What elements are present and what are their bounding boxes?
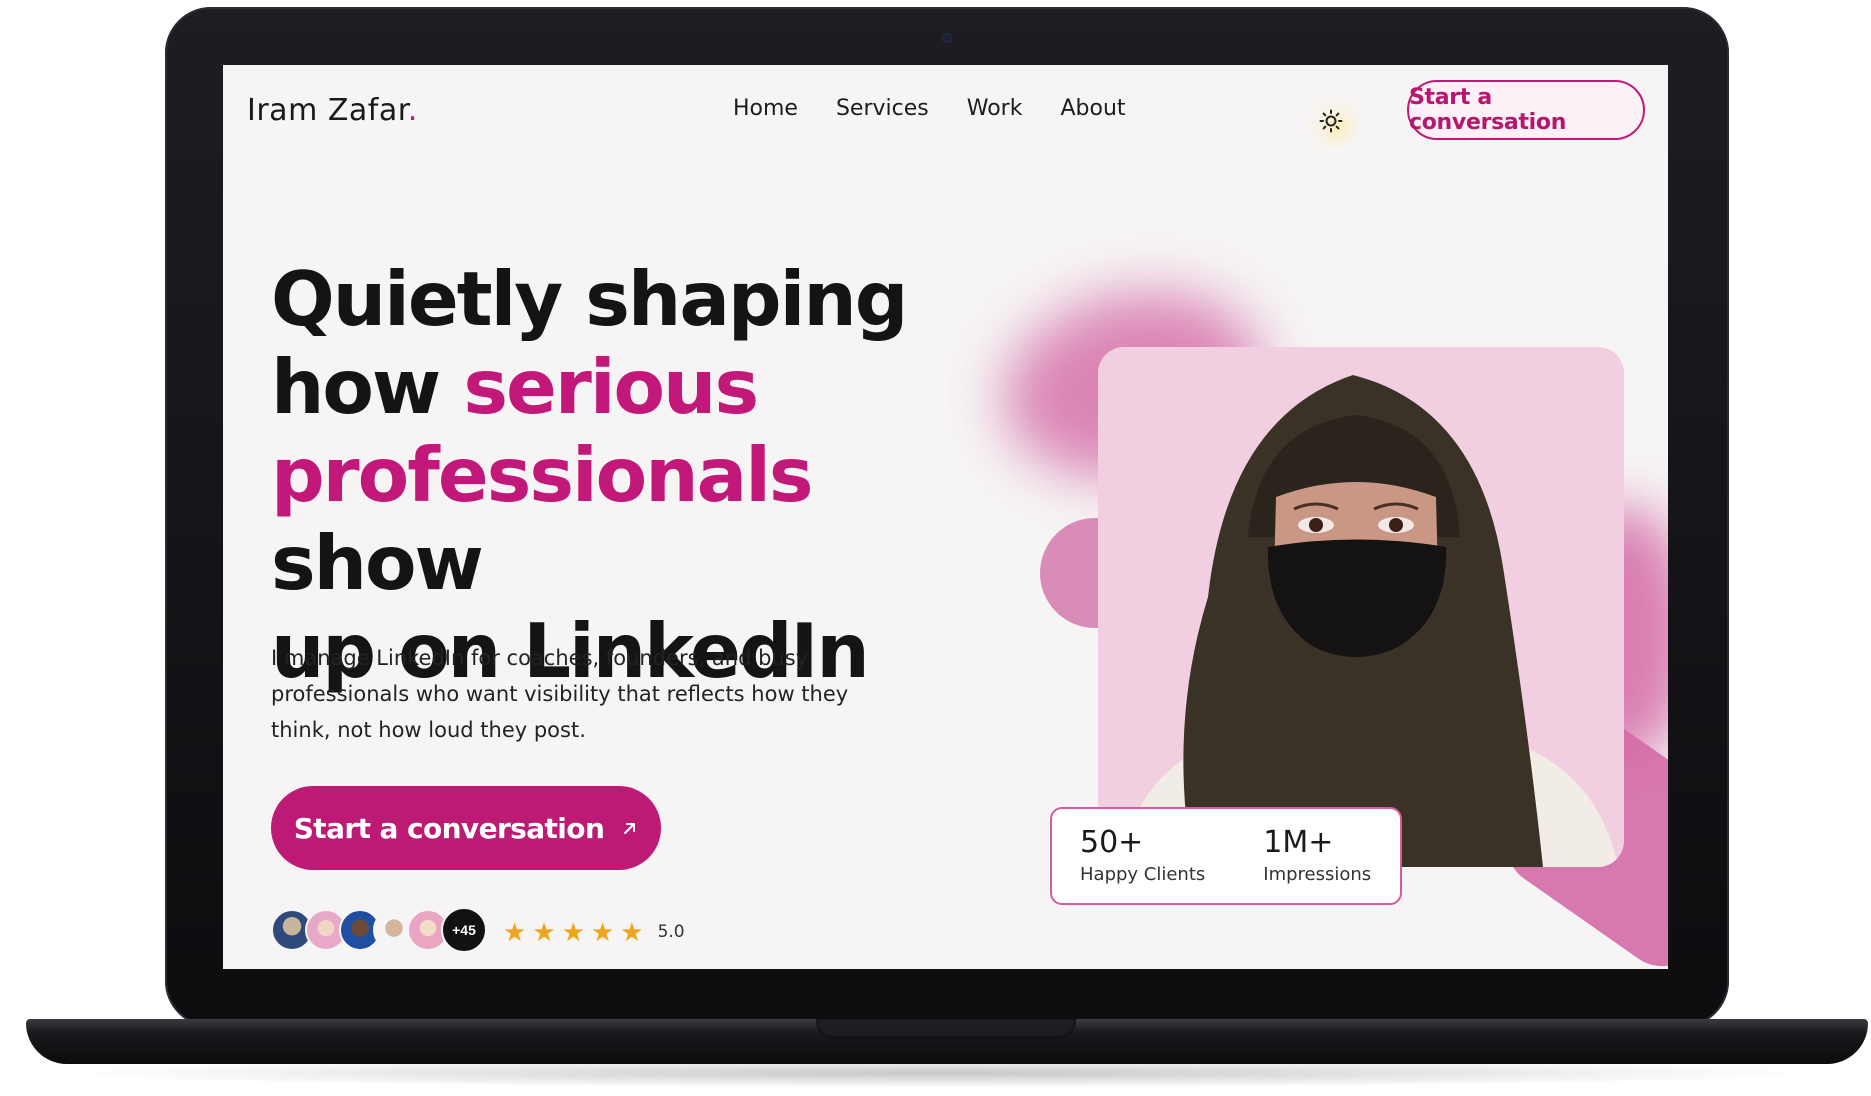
star-icon: ★	[532, 917, 556, 947]
rating-value: 5.0	[657, 922, 685, 942]
nav-home[interactable]: Home	[733, 96, 798, 121]
nav-services[interactable]: Services	[836, 96, 929, 121]
laptop-mockup: Iram Zafar. Home Services Work About Sta…	[0, 0, 1871, 1096]
hero-title-line1: Quietly shaping	[271, 255, 908, 343]
logo-dot: .	[407, 93, 418, 128]
portrait-illustration	[1118, 375, 1618, 867]
client-avatars: +45	[271, 907, 487, 953]
star-icon: ★	[503, 917, 527, 947]
arrow-up-right-icon	[624, 823, 636, 834]
hero-cta-label: Start a conversation	[293, 811, 605, 845]
stat-impressions: 1M+ Impressions	[1263, 825, 1371, 887]
sun-icon	[1319, 109, 1343, 133]
stat-label: Impressions	[1263, 864, 1372, 885]
laptop-notch	[816, 1019, 1076, 1039]
stat-value: 50+	[1080, 825, 1144, 860]
stats-card: 50+ Happy Clients 1M+ Impressions	[1050, 807, 1402, 905]
hero-title-how: how	[271, 343, 464, 431]
hero-title-accent-professionals: professionals	[271, 431, 814, 519]
star-icon: ★	[561, 917, 585, 947]
stat-label: Happy Clients	[1080, 864, 1206, 885]
hero-title-accent-serious: serious	[463, 343, 759, 431]
portrait-image	[1098, 347, 1624, 867]
stat-value: 1M+	[1263, 825, 1334, 860]
star-icon: ★	[620, 917, 644, 947]
hero-title: Quietly shaping how serious professional…	[271, 255, 1031, 695]
star-icon: ★	[590, 917, 615, 947]
site-logo[interactable]: Iram Zafar.	[247, 93, 418, 128]
rating: ★ ★ ★ ★ ★ 5.0	[503, 919, 685, 945]
header-start-conversation-button[interactable]: Start a conversation	[1407, 80, 1645, 140]
hero-subtitle: I manage LinkedIn for coaches, founders,…	[271, 646, 849, 742]
camera-icon	[942, 33, 952, 43]
nav-work[interactable]: Work	[967, 96, 1023, 121]
main-nav: Home Services Work About	[733, 96, 1126, 121]
logo-text: Iram Zafar	[247, 93, 408, 128]
more-clients-badge: +45	[441, 907, 487, 953]
stat-happy-clients: 50+ Happy Clients	[1080, 825, 1205, 887]
website-screen: Iram Zafar. Home Services Work About Sta…	[223, 65, 1668, 969]
nav-about[interactable]: About	[1060, 96, 1125, 121]
hero-start-conversation-button[interactable]: Start a conversation	[271, 786, 661, 870]
theme-toggle-button[interactable]	[1303, 93, 1359, 149]
hero-title-show: show	[271, 519, 484, 607]
